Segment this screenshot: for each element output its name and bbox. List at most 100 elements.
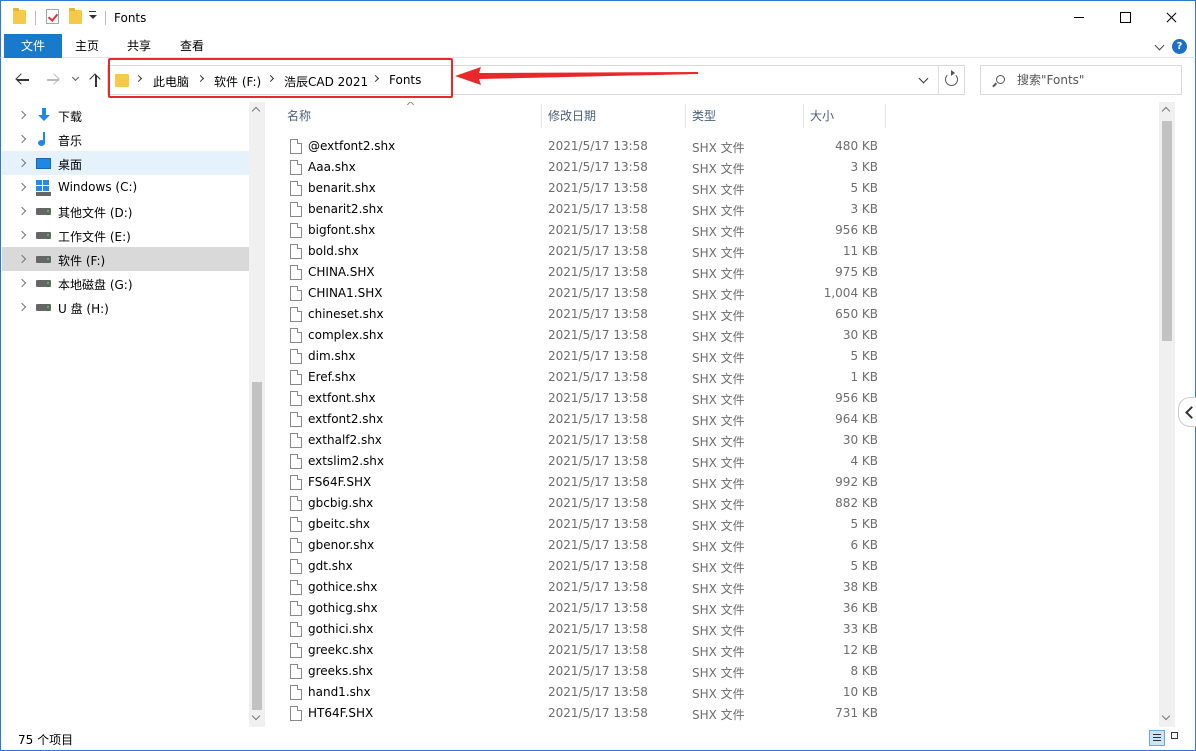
sidebar-item-drive-f[interactable]: 软件 (F:) xyxy=(2,247,250,271)
file-row[interactable]: gdt.shx 2021/5/17 13:58 SHX 文件 5 KB xyxy=(265,556,1159,577)
address-dropdown-icon[interactable] xyxy=(918,73,929,84)
title-bar: Fonts xyxy=(0,0,1196,34)
tab-share[interactable]: 共享 xyxy=(117,34,161,58)
file-row[interactable]: gbeitc.shx 2021/5/17 13:58 SHX 文件 5 KB xyxy=(265,514,1159,535)
tab-file[interactable]: 文件 xyxy=(4,34,62,58)
scroll-down-icon[interactable] xyxy=(1161,711,1171,721)
column-divider[interactable] xyxy=(885,104,886,128)
file-type: SHX 文件 xyxy=(692,309,745,323)
file-row[interactable]: benarit2.shx 2021/5/17 13:58 SHX 文件 3 KB xyxy=(265,199,1159,220)
tab-view[interactable]: 查看 xyxy=(170,34,214,58)
sidebar-item-downloads[interactable]: 下载 xyxy=(2,103,250,127)
sidebar-item-desktop[interactable]: 桌面 xyxy=(2,151,250,175)
file-row[interactable]: Aaa.shx 2021/5/17 13:58 SHX 文件 3 KB xyxy=(265,157,1159,178)
file-name: benarit.shx xyxy=(308,181,376,195)
expand-chevron-icon[interactable] xyxy=(17,302,27,312)
large-icons-view-icon[interactable] xyxy=(1169,730,1185,746)
file-row[interactable]: exthalf2.shx 2021/5/17 13:58 SHX 文件 30 KB xyxy=(265,430,1159,451)
search-input[interactable] xyxy=(1017,71,1167,89)
recent-locations-icon[interactable] xyxy=(71,73,80,82)
navigation-scrollbar[interactable] xyxy=(249,102,265,727)
help-icon[interactable]: ? xyxy=(1172,39,1187,54)
file-row[interactable]: dim.shx 2021/5/17 13:58 SHX 文件 5 KB xyxy=(265,346,1159,367)
file-row[interactable]: CHINA1.SHX 2021/5/17 13:58 SHX 文件 1,004 KB xyxy=(265,283,1159,304)
file-row[interactable]: complex.shx 2021/5/17 13:58 SHX 文件 30 KB xyxy=(265,325,1159,346)
expand-ribbon-icon[interactable] xyxy=(1154,40,1165,51)
up-arrow-icon[interactable] xyxy=(88,72,104,88)
expand-chevron-icon[interactable] xyxy=(17,206,27,216)
file-row[interactable]: greekc.shx 2021/5/17 13:58 SHX 文件 12 KB xyxy=(265,640,1159,661)
tab-home[interactable]: 主页 xyxy=(65,34,109,58)
maximize-button[interactable] xyxy=(1102,1,1148,33)
back-arrow-icon[interactable] xyxy=(15,72,31,88)
sidebar-item-drive-c[interactable]: Windows (C:) xyxy=(2,175,250,199)
drive-icon xyxy=(36,280,51,287)
file-row[interactable]: chineset.shx 2021/5/17 13:58 SHX 文件 650 KB xyxy=(265,304,1159,325)
new-folder-icon[interactable] xyxy=(69,8,82,24)
expand-chevron-icon[interactable] xyxy=(17,254,27,264)
sidebar-item-music[interactable]: 音乐 xyxy=(2,127,250,151)
expand-chevron-icon[interactable] xyxy=(17,110,27,120)
file-icon xyxy=(290,517,302,532)
file-row[interactable]: benarit.shx 2021/5/17 13:58 SHX 文件 5 KB xyxy=(265,178,1159,199)
file-row[interactable]: bold.shx 2021/5/17 13:58 SHX 文件 11 KB xyxy=(265,241,1159,262)
music-icon xyxy=(36,132,52,146)
search-box[interactable] xyxy=(980,65,1182,95)
forward-arrow-icon[interactable] xyxy=(45,72,61,88)
expand-chevron-icon[interactable] xyxy=(17,230,27,240)
file-size: 8 KB xyxy=(850,664,878,678)
file-row[interactable]: extfont2.shx 2021/5/17 13:58 SHX 文件 964 KB xyxy=(265,409,1159,430)
file-row[interactable]: gothicg.shx 2021/5/17 13:58 SHX 文件 36 KB xyxy=(265,598,1159,619)
drive-icon xyxy=(36,304,51,311)
file-type: SHX 文件 xyxy=(692,246,745,260)
file-row[interactable]: hand1.shx 2021/5/17 13:58 SHX 文件 10 KB xyxy=(265,682,1159,703)
file-type: SHX 文件 xyxy=(692,456,745,470)
expand-chevron-icon[interactable] xyxy=(17,278,27,288)
file-name: CHINA.SHX xyxy=(308,265,375,279)
file-row[interactable]: @extfont2.shx 2021/5/17 13:58 SHX 文件 480 KB xyxy=(265,136,1159,157)
file-row[interactable]: Eref.shx 2021/5/17 13:58 SHX 文件 1 KB xyxy=(265,367,1159,388)
file-row[interactable]: FS64F.SHX 2021/5/17 13:58 SHX 文件 992 KB xyxy=(265,472,1159,493)
right-edge xyxy=(1175,102,1196,727)
file-row[interactable]: bigfont.shx 2021/5/17 13:58 SHX 文件 956 KB xyxy=(265,220,1159,241)
close-button[interactable] xyxy=(1148,1,1194,33)
sidebar-item-drive-g[interactable]: 本地磁盘 (G:) xyxy=(2,271,250,295)
file-row[interactable]: greeks.shx 2021/5/17 13:58 SHX 文件 8 KB xyxy=(265,661,1159,682)
scrollbar-thumb[interactable] xyxy=(1162,121,1172,341)
customize-quick-access-icon[interactable] xyxy=(89,11,97,23)
scrollbar-thumb[interactable] xyxy=(252,382,262,710)
folder-icon[interactable] xyxy=(13,8,26,24)
column-header-date[interactable]: 修改日期 xyxy=(542,102,685,130)
expand-chevron-icon[interactable] xyxy=(17,182,27,192)
sidebar-item-drive-e[interactable]: 工作文件 (E:) xyxy=(2,223,250,247)
properties-icon[interactable] xyxy=(46,9,59,24)
minimize-button[interactable] xyxy=(1056,1,1102,33)
sidebar-item-drive-h[interactable]: U 盘 (H:) xyxy=(2,295,250,319)
sidebar-item-drive-d[interactable]: 其他文件 (D:) xyxy=(2,199,250,223)
expand-chevron-icon[interactable] xyxy=(17,134,27,144)
column-header-name[interactable]: 名称 xyxy=(281,102,541,130)
file-row[interactable]: extfont.shx 2021/5/17 13:58 SHX 文件 956 KB xyxy=(265,388,1159,409)
file-row[interactable]: gbenor.shx 2021/5/17 13:58 SHX 文件 6 KB xyxy=(265,535,1159,556)
file-type: SHX 文件 xyxy=(692,582,745,596)
scroll-up-icon[interactable] xyxy=(251,106,261,116)
column-header-type[interactable]: 类型 xyxy=(686,102,803,130)
scroll-down-icon[interactable] xyxy=(251,711,261,721)
file-name: benarit2.shx xyxy=(308,202,384,216)
refresh-icon[interactable] xyxy=(945,70,958,86)
file-icon xyxy=(290,580,302,595)
file-row[interactable]: gbcbig.shx 2021/5/17 13:58 SHX 文件 882 KB xyxy=(265,493,1159,514)
file-list-scrollbar[interactable] xyxy=(1159,102,1175,727)
file-row[interactable]: CHINA.SHX 2021/5/17 13:58 SHX 文件 975 KB xyxy=(265,262,1159,283)
collapse-panel-chevron-icon[interactable] xyxy=(1178,397,1196,427)
file-row[interactable]: gothice.shx 2021/5/17 13:58 SHX 文件 38 KB xyxy=(265,577,1159,598)
expand-chevron-icon[interactable] xyxy=(17,158,27,168)
column-header-size[interactable]: 大小 xyxy=(804,102,885,130)
file-row[interactable]: HT64F.SHX 2021/5/17 13:58 SHX 文件 731 KB xyxy=(265,703,1159,724)
scroll-up-icon[interactable] xyxy=(1161,106,1171,116)
file-row[interactable]: gothici.shx 2021/5/17 13:58 SHX 文件 33 KB xyxy=(265,619,1159,640)
file-row[interactable]: extslim2.shx 2021/5/17 13:58 SHX 文件 4 KB xyxy=(265,451,1159,472)
file-name: greekc.shx xyxy=(308,643,374,657)
file-modified-date: 2021/5/17 13:58 xyxy=(548,244,648,258)
details-view-icon[interactable] xyxy=(1149,730,1165,746)
